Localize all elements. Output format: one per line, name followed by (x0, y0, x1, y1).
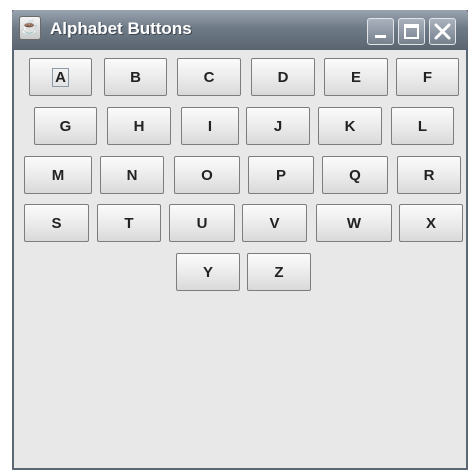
letter-button-q[interactable]: Q (322, 156, 388, 194)
letter-button-e[interactable]: E (324, 58, 388, 96)
maximize-icon (404, 24, 419, 39)
java-cup-icon: ☕ (19, 16, 41, 40)
close-button[interactable] (429, 18, 456, 45)
letter-button-z[interactable]: Z (247, 253, 311, 291)
letter-button-j[interactable]: J (246, 107, 310, 145)
letter-button-n[interactable]: N (100, 156, 164, 194)
letter-button-m[interactable]: M (24, 156, 92, 194)
minimize-icon (375, 35, 386, 38)
letter-button-o[interactable]: O (174, 156, 240, 194)
minimize-button[interactable] (367, 18, 394, 45)
letter-button-s[interactable]: S (24, 204, 89, 242)
letter-button-u[interactable]: U (169, 204, 235, 242)
letter-button-c[interactable]: C (177, 58, 241, 96)
letter-button-t[interactable]: T (97, 204, 161, 242)
window-title: Alphabet Buttons (50, 19, 192, 38)
letter-button-l[interactable]: L (391, 107, 454, 145)
letter-button-i[interactable]: I (181, 107, 239, 145)
letter-button-a[interactable]: A (29, 58, 92, 96)
letter-button-r[interactable]: R (397, 156, 461, 194)
letter-button-y[interactable]: Y (176, 253, 240, 291)
letter-button-h[interactable]: H (107, 107, 171, 145)
title-bar[interactable]: ☕ Alphabet Buttons (12, 10, 468, 50)
letter-button-b[interactable]: B (104, 58, 167, 96)
button-panel: A B C D E F G H I J K L M N O P Q R S T … (14, 50, 466, 468)
letter-button-k[interactable]: K (318, 107, 382, 145)
letter-button-x[interactable]: X (399, 204, 463, 242)
letter-button-w[interactable]: W (316, 204, 392, 242)
letter-button-d[interactable]: D (251, 58, 315, 96)
letter-button-f[interactable]: F (396, 58, 459, 96)
letter-button-g[interactable]: G (34, 107, 97, 145)
close-icon (434, 23, 451, 40)
letter-button-p[interactable]: P (248, 156, 314, 194)
letter-button-v[interactable]: V (242, 204, 307, 242)
maximize-button[interactable] (398, 18, 425, 45)
